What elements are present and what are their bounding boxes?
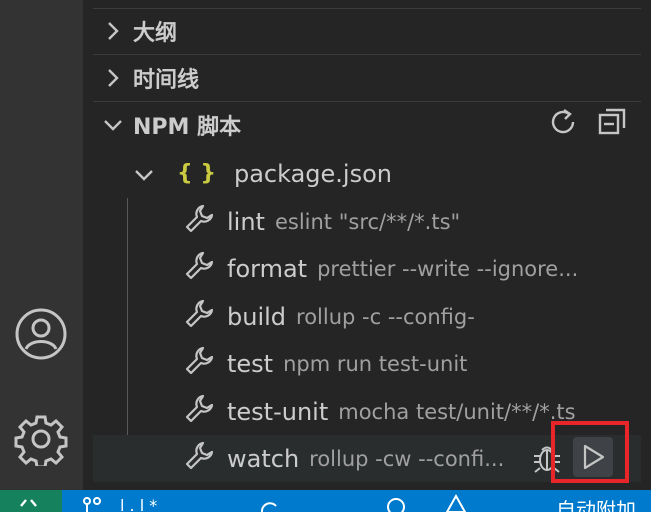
wrench-icon	[183, 393, 215, 431]
wrench-icon	[183, 250, 215, 288]
script-row-build[interactable]: build rollup -c --config-	[93, 293, 641, 340]
gear-icon[interactable]	[12, 410, 70, 468]
script-command: rollup -c --config-	[296, 304, 475, 329]
chevron-down-icon	[93, 118, 133, 132]
script-name: watch	[227, 444, 300, 473]
section-actions	[547, 102, 627, 148]
wrench-icon	[183, 345, 215, 383]
section-timeline-label: 时间线	[133, 68, 200, 93]
branch-label: l . l *	[120, 496, 158, 512]
highlight-box	[551, 421, 629, 483]
script-row-test[interactable]: test npm run test-unit	[93, 340, 641, 387]
script-name: test	[227, 349, 274, 378]
activity-bar	[0, 0, 83, 490]
refresh-icon[interactable]	[547, 106, 579, 144]
script-name: format	[227, 254, 308, 283]
script-command: npm run test-unit	[283, 351, 468, 376]
section-npm-scripts[interactable]: NPM 脚本	[93, 102, 641, 148]
section-npm-scripts-label: NPM 脚本	[133, 115, 242, 140]
section-outline[interactable]: 大纲	[93, 8, 641, 55]
section-timeline[interactable]: 时间线	[93, 55, 641, 102]
status-bar: l . l * 自动附加	[0, 490, 651, 512]
auto-attach-label[interactable]: 自动附加	[556, 494, 636, 512]
package-json-label: package.json	[233, 159, 392, 188]
remote-icon	[18, 496, 40, 512]
json-file-icon: { }	[177, 161, 216, 186]
script-row-format[interactable]: format prettier --write --ignore...	[93, 245, 641, 292]
package-json-row[interactable]: { } package.json	[93, 150, 641, 197]
collapse-all-icon[interactable]	[597, 107, 627, 143]
error-icon[interactable]	[385, 496, 407, 512]
script-command: mocha test/unit/**/*.ts	[338, 399, 576, 424]
wrench-icon	[183, 298, 215, 336]
script-command: prettier --write --ignore...	[317, 256, 579, 281]
wrench-icon	[183, 440, 215, 478]
branch-icon[interactable]	[82, 496, 104, 512]
script-command: rollup -cw --confi...	[309, 446, 505, 471]
warning-icon[interactable]	[445, 493, 467, 512]
wrench-icon	[183, 203, 215, 241]
script-command: eslint "src/**/*.ts"	[274, 209, 461, 234]
chevron-right-icon	[93, 67, 133, 89]
script-name: lint	[227, 207, 265, 236]
sync-icon[interactable]	[258, 496, 280, 512]
chevron-right-icon	[93, 20, 133, 42]
script-name: test-unit	[227, 397, 329, 426]
script-row-lint[interactable]: lint eslint "src/**/*.ts"	[93, 198, 641, 245]
remote-indicator[interactable]	[0, 490, 62, 512]
chevron-down-icon	[133, 160, 155, 188]
account-icon[interactable]	[12, 305, 70, 363]
section-outline-label: 大纲	[133, 21, 178, 46]
script-name: build	[227, 302, 287, 331]
